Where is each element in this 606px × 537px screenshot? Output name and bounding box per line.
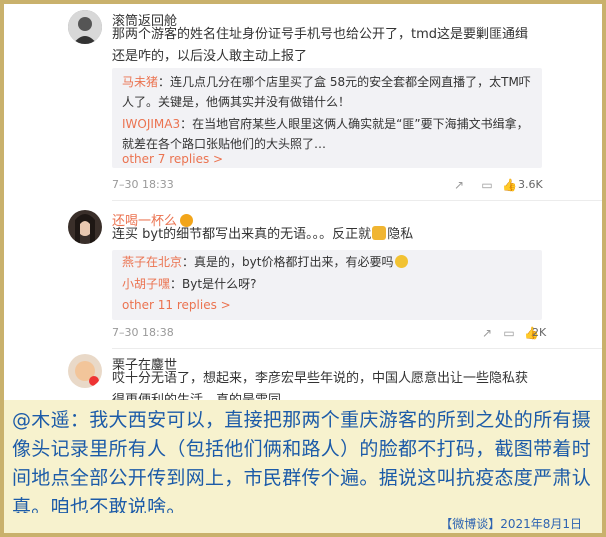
caption-panel: @木遥：我大西安可以，直接把那两个重庆游客的所到之处的所有摄像头记录里所有人（包…: [4, 400, 602, 518]
reply-username[interactable]: 燕子在北京: [122, 255, 182, 269]
comment-icon[interactable]: ▭: [502, 326, 516, 340]
reply-text: 真是的，byt价格都打出来，有必要吗: [194, 255, 394, 269]
share-icon[interactable]: ↗: [452, 178, 466, 192]
comment-meta: 7–30 18:33 ↗ ▭ 👍 3.6K: [112, 178, 543, 196]
caption-text: @木遥：我大西安可以，直接把那两个重庆游客的所到之处的所有摄像头记录里所有人（包…: [12, 409, 592, 518]
more-replies-link[interactable]: other 11 replies >: [122, 298, 231, 312]
screenshot-frame: 滚筒返回舱 那两个游客的姓名住址身份证号手机号也给公开了，tmd这是要剿匪通缉还…: [4, 4, 602, 533]
avatar[interactable]: [68, 10, 102, 44]
divider: [112, 200, 602, 201]
comment-list: 滚筒返回舱 那两个游客的姓名住址身份证号手机号也给公开了，tmd这是要剿匪通缉还…: [4, 4, 602, 400]
comment-text: 那两个游客的姓名住址身份证号手机号也给公开了，tmd这是要剿匪通缉还是咋的，以后…: [112, 27, 529, 64]
reply-item: 燕子在北京：真是的，byt价格都打出来，有必要吗: [122, 252, 532, 272]
avatar[interactable]: [68, 354, 102, 388]
divider: [112, 348, 602, 349]
comment-text: 哎十分无语了，想起来，李彦宏早些年说的，中国人愿意出让一些隐私获得更便利的生活。…: [112, 371, 529, 400]
footer-text: 【微博谈】2021年8月1日: [440, 517, 582, 531]
like-count: 3.6K: [518, 178, 543, 191]
like-icon[interactable]: 👍: [502, 178, 517, 192]
reply-text: 连几点几分在哪个店里买了盒 58元的安全套都全网直播了，太TM吓人了。关键是，他…: [122, 75, 531, 109]
more-replies-link[interactable]: other 7 replies >: [122, 152, 223, 166]
reply-box: 燕子在北京：真是的，byt价格都打出来，有必要吗 小胡子嘿：Byt是什么呀? o…: [112, 250, 542, 320]
reply-text: Byt是什么呀?: [182, 277, 257, 291]
reply-username[interactable]: IWOJIMA3: [122, 117, 180, 131]
comment-date: 7–30 18:38: [112, 326, 174, 339]
reply-item: IWOJIMA3：在当地官府某些人眼里这俩人确实就是“匪”要下海捕文书缉拿，就差…: [122, 117, 529, 151]
comment-date: 7–30 18:33: [112, 178, 174, 191]
comment-text: 连买 byt的细节都写出来真的无语。。。反正就 隐私: [112, 226, 414, 242]
like-count: 2K: [532, 326, 547, 339]
share-icon[interactable]: ↗: [480, 326, 494, 340]
emoji-icon: [372, 226, 387, 240]
footer: 【微博谈】2021年8月1日: [4, 513, 602, 533]
laugh-emoji-icon: [395, 255, 409, 268]
reply-item: 小胡子嘿：Byt是什么呀?: [122, 277, 257, 291]
comment-meta: 7–30 18:38 ↗ ▭ 👍 2K: [112, 326, 546, 344]
reply-box: 马未猪：连几点几分在哪个店里买了盒 58元的安全套都全网直播了，太TM吓人了。关…: [112, 68, 542, 168]
avatar[interactable]: [68, 210, 102, 244]
reply-username[interactable]: 马未猪: [122, 75, 158, 89]
comment-icon[interactable]: ▭: [480, 178, 494, 192]
reply-item: 马未猪：连几点几分在哪个店里买了盒 58元的安全套都全网直播了，太TM吓人了。关…: [122, 75, 531, 109]
reply-username[interactable]: 小胡子嘿: [122, 277, 170, 291]
